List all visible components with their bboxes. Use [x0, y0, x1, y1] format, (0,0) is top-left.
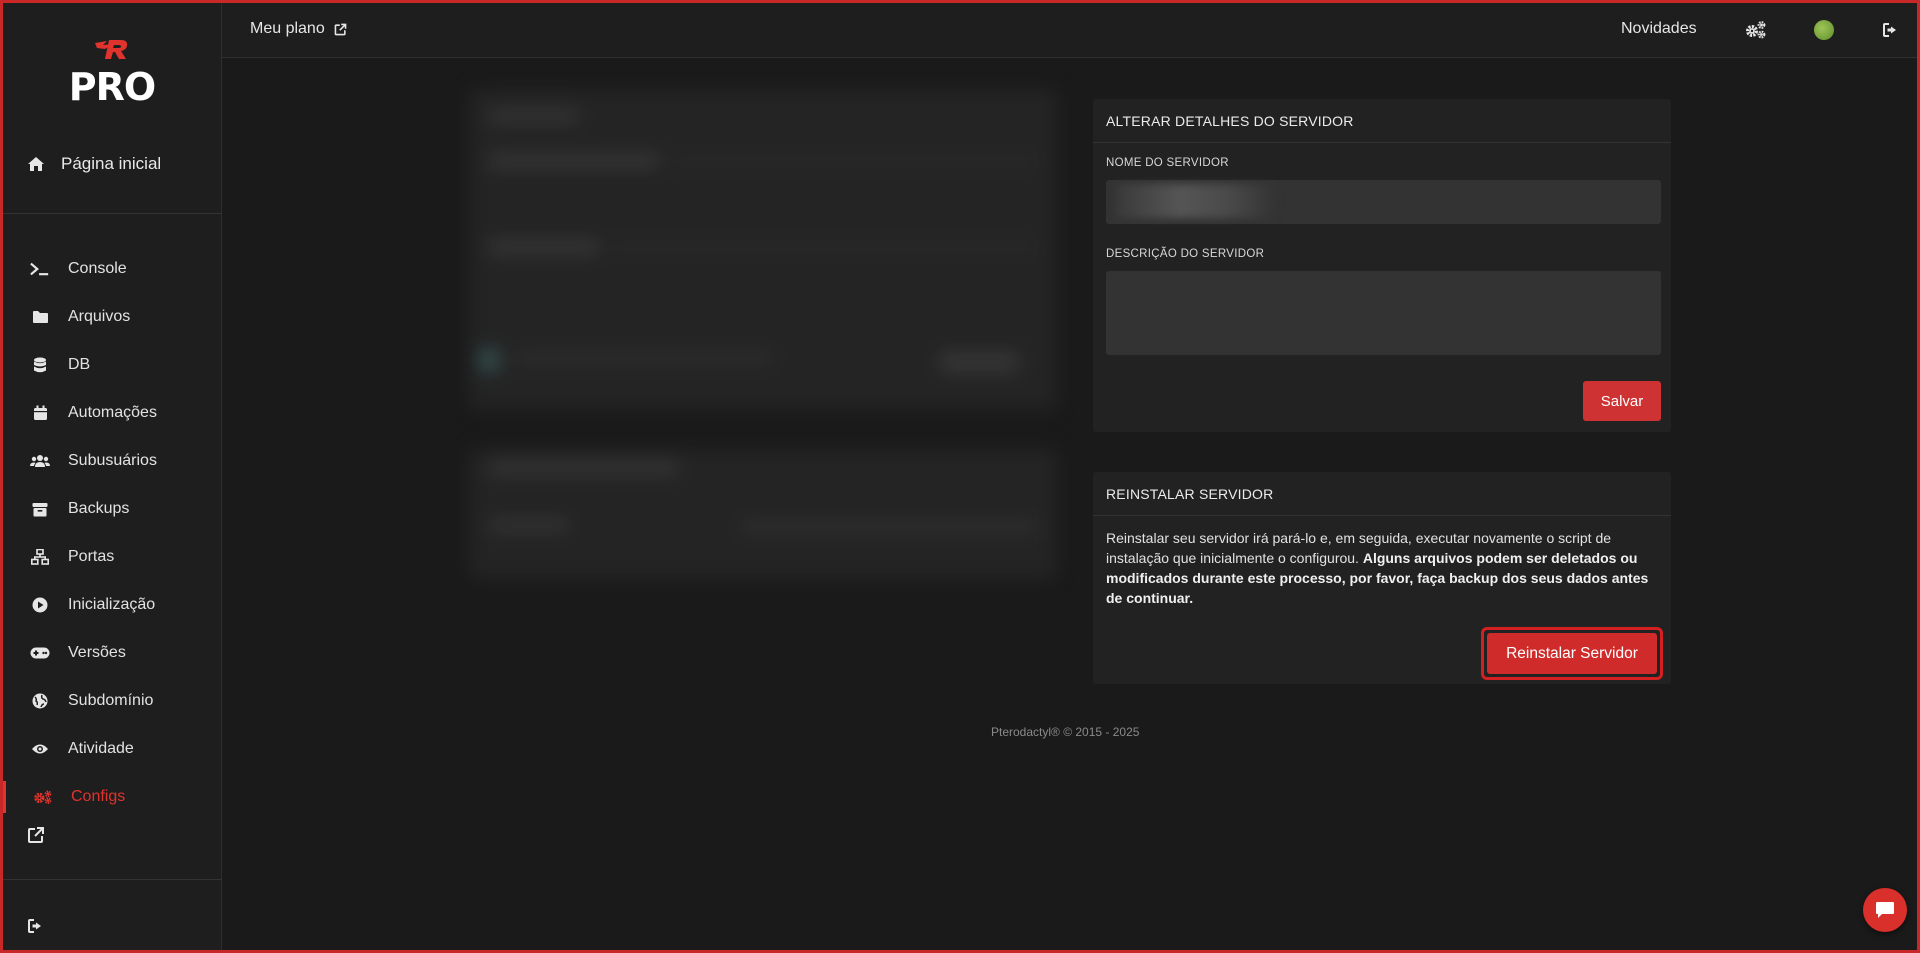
network-icon	[31, 549, 49, 565]
user-avatar[interactable]	[1814, 20, 1834, 40]
reinstall-server-button[interactable]: Reinstalar Servidor	[1487, 633, 1657, 674]
folder-icon	[32, 311, 48, 323]
sidebar-item-subusers[interactable]: Subusuários	[3, 437, 222, 485]
sidebar-item-versions[interactable]: Versões	[3, 629, 222, 677]
sidebar-item-label: Arquivos	[68, 308, 131, 325]
sidebar-item-ports[interactable]: Portas	[3, 533, 222, 581]
sidebar-item-label: Backups	[68, 500, 130, 517]
blurred-line	[739, 521, 1039, 533]
terminal-icon	[30, 262, 49, 276]
divider	[3, 213, 222, 214]
server-name-label: NOME DO SERVIDOR	[1106, 157, 1229, 169]
blurred-line	[489, 109, 579, 123]
eye-icon	[32, 744, 48, 754]
gamepad-icon	[30, 647, 50, 659]
blurred-line	[489, 239, 599, 255]
news-link[interactable]: Novidades	[1621, 20, 1697, 38]
server-description-input[interactable]	[1106, 271, 1661, 355]
blurred-line	[489, 461, 679, 475]
chat-icon	[1876, 902, 1894, 918]
blurred-line	[489, 519, 569, 531]
sidebar: PRO Página inicial Console Arquivos DB A…	[3, 3, 222, 950]
my-plan-link[interactable]: Meu plano	[250, 20, 347, 38]
home-icon	[28, 157, 44, 171]
blurred-line	[609, 243, 1039, 251]
divider	[3, 879, 222, 880]
sidebar-item-label: Página inicial	[61, 154, 162, 173]
reinstall-button-focus-ring: Reinstalar Servidor	[1481, 627, 1663, 680]
sidebar-item-home[interactable]: Página inicial	[3, 149, 222, 179]
flame-r-icon	[95, 40, 128, 59]
server-description-label: DESCRIÇÃO DO SERVIDOR	[1106, 248, 1265, 260]
blurred-sftp-panel	[469, 89, 1057, 587]
play-circle-icon	[32, 597, 48, 613]
reinstall-warning-text: Reinstalar seu servidor irá pará-lo e, e…	[1106, 528, 1661, 608]
sidebar-item-label: Inicialização	[68, 596, 156, 613]
blurred-line	[489, 153, 659, 169]
sidebar-item-label: Subusuários	[68, 452, 157, 469]
external-link-icon[interactable]	[27, 826, 45, 844]
sidebar-item-activity[interactable]: Atividade	[3, 725, 222, 773]
blurred-line	[515, 351, 775, 365]
sidebar-item-backups[interactable]: Backups	[3, 485, 222, 533]
archive-icon	[32, 502, 48, 516]
external-link-icon	[334, 23, 347, 35]
blurred-line	[939, 351, 1019, 373]
sidebar-item-label: DB	[68, 356, 91, 373]
reinstall-server-card: REINSTALAR SERVIDOR Reinstalar seu servi…	[1093, 472, 1671, 684]
card-title: REINSTALAR SERVIDOR	[1093, 472, 1671, 516]
brand-logo[interactable]: PRO	[66, 37, 158, 111]
footer-copyright: Pterodactyl® © 2015 - 2025	[991, 725, 1140, 739]
chat-button[interactable]	[1863, 888, 1907, 932]
my-plan-label: Meu plano	[250, 20, 325, 37]
server-name-input[interactable]	[1106, 180, 1661, 224]
database-icon	[34, 357, 46, 372]
sidebar-item-subdomain[interactable]: Subdomínio	[3, 677, 222, 725]
server-details-card: ALTERAR DETALHES DO SERVIDOR NOME DO SER…	[1093, 99, 1671, 432]
blurred-server-name	[1116, 184, 1276, 218]
save-button[interactable]: Salvar	[1583, 381, 1661, 421]
logout-icon[interactable]	[27, 917, 45, 935]
sidebar-item-db[interactable]: DB	[3, 341, 222, 389]
sidebar-item-console[interactable]: Console	[3, 245, 222, 293]
sidebar-item-label: Portas	[68, 548, 115, 565]
sidebar-item-files[interactable]: Arquivos	[3, 293, 222, 341]
logo-text: PRO	[68, 65, 156, 109]
app-frame: PRO Página inicial Console Arquivos DB A…	[0, 0, 1920, 953]
sidebar-item-label: Console	[68, 260, 127, 277]
sidebar-item-automations[interactable]: Automações	[3, 389, 222, 437]
users-icon	[30, 455, 50, 467]
sidebar-item-configs[interactable]: Configs	[3, 773, 222, 821]
gears-icon	[34, 790, 52, 804]
sidebar-item-label: Configs	[71, 788, 126, 805]
calendar-icon	[33, 405, 47, 420]
logout-icon[interactable]	[1882, 21, 1900, 39]
sidebar-item-label: Subdomínio	[68, 692, 154, 709]
settings-gears-icon[interactable]	[1745, 20, 1767, 40]
blurred-line	[479, 349, 499, 371]
globe-icon	[32, 693, 48, 709]
top-bar: Meu plano Novidades	[222, 3, 1917, 58]
server-nav: Console Arquivos DB Automações Subusuári…	[3, 245, 222, 821]
sidebar-item-label: Automações	[68, 404, 157, 421]
sidebar-item-startup[interactable]: Inicialização	[3, 581, 222, 629]
sidebar-item-label: Versões	[68, 644, 126, 661]
card-title: ALTERAR DETALHES DO SERVIDOR	[1093, 99, 1671, 143]
blurred-line	[669, 157, 1039, 165]
sidebar-item-label: Atividade	[68, 740, 134, 757]
